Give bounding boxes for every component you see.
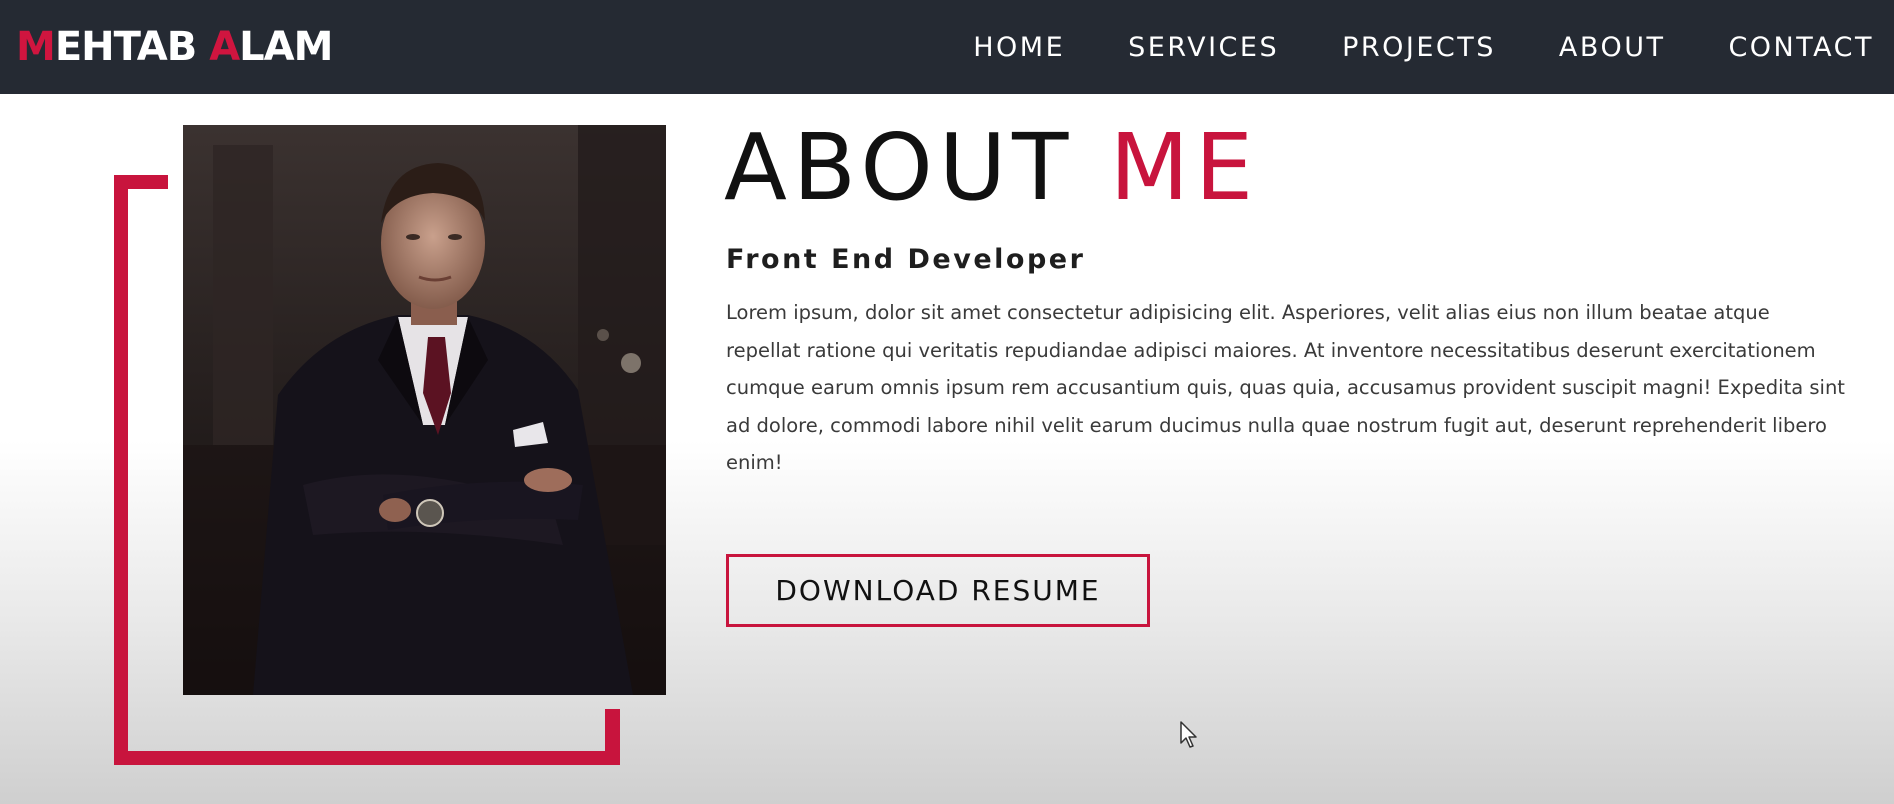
about-heading-accent: ME bbox=[1109, 114, 1260, 221]
logo-initial-first: M bbox=[16, 24, 56, 70]
navbar: MEHTAB ALAM HOME SERVICES PROJECTS ABOUT… bbox=[0, 0, 1894, 94]
nav-link-services[interactable]: SERVICES bbox=[1128, 32, 1279, 63]
logo-first-name: EHTAB bbox=[54, 24, 197, 70]
photo-frame-right-tick bbox=[605, 709, 620, 765]
nav-link-projects[interactable]: PROJECTS bbox=[1342, 32, 1496, 63]
nav-link-contact[interactable]: CONTACT bbox=[1728, 32, 1874, 63]
profile-photo bbox=[183, 125, 666, 695]
about-heading: ABOUT ME bbox=[724, 122, 1259, 214]
photo-frame-top-tick bbox=[114, 175, 168, 189]
profile-photo-illustration bbox=[183, 125, 666, 695]
logo-last-name: LAM bbox=[239, 24, 333, 70]
about-heading-main: ABOUT bbox=[724, 114, 1075, 221]
job-title: Front End Developer bbox=[726, 244, 1086, 275]
download-resume-button[interactable]: DOWNLOAD RESUME bbox=[726, 554, 1150, 627]
nav-link-home[interactable]: HOME bbox=[973, 32, 1065, 63]
nav-menu: HOME SERVICES PROJECTS ABOUT CONTACT bbox=[910, 32, 1874, 63]
bio-paragraph: Lorem ipsum, dolor sit amet consectetur … bbox=[726, 301, 1845, 474]
mouse-pointer-icon bbox=[1180, 721, 1197, 748]
site-logo[interactable]: MEHTAB ALAM bbox=[16, 24, 333, 70]
logo-initial-last: A bbox=[209, 24, 240, 70]
nav-link-about[interactable]: ABOUT bbox=[1559, 32, 1666, 63]
